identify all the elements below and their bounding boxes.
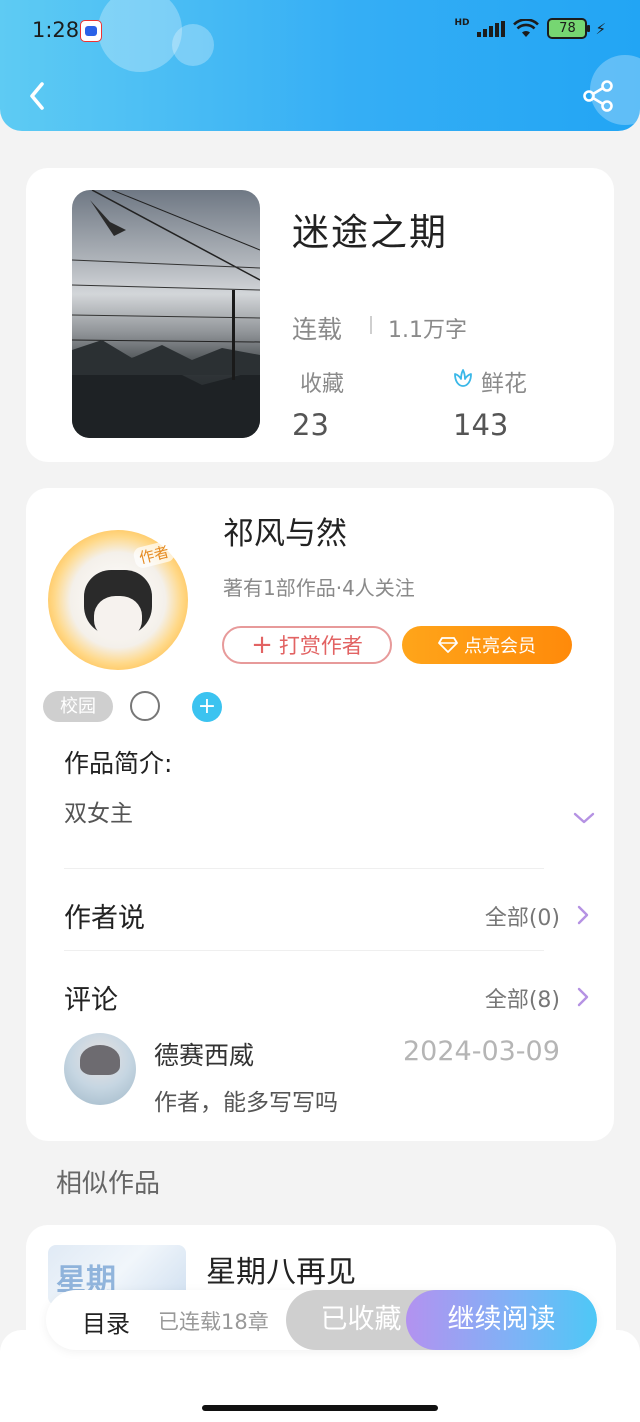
comments-label[interactable]: 评论 <box>64 978 118 1017</box>
intro-text: 双女主 <box>64 801 133 827</box>
back-button[interactable] <box>20 76 60 116</box>
divider <box>64 950 544 951</box>
favorites-count: 23 <box>292 408 329 442</box>
chevron-right-icon[interactable] <box>576 904 590 926</box>
comment-text[interactable]: 作者，能多写写吗 <box>154 1083 338 1117</box>
flowers-count: 143 <box>453 408 509 442</box>
circle-toggle[interactable] <box>130 691 160 721</box>
avatar-hair <box>80 1045 120 1075</box>
network-type: HD <box>454 17 470 28</box>
add-tag-button[interactable]: + <box>192 692 222 722</box>
author-name[interactable]: 祁风与然 <box>223 508 347 553</box>
tag-chip[interactable]: 校园 <box>43 691 113 722</box>
toc-button[interactable]: 目录 <box>82 1304 130 1339</box>
home-indicator[interactable] <box>202 1405 438 1411</box>
chevron-right-icon[interactable] <box>576 986 590 1008</box>
author-details-card: 作者 祁风与然 著有1部作品·4人关注 + 打赏作者 点亮会员 校园 + 作品简… <box>26 488 614 1141</box>
bolt-icon: ⚡ <box>595 19 606 38</box>
book-word-count: 1.1万字 <box>388 318 467 343</box>
author-avatar-tag: 作者 <box>132 539 176 570</box>
status-indicators: HD 78 ⚡ <box>454 18 606 39</box>
avatar-face <box>94 596 142 640</box>
decor-bubble <box>98 0 182 72</box>
book-cover[interactable] <box>72 190 260 438</box>
battery-indicator: 78 <box>547 18 591 39</box>
divider <box>370 316 372 334</box>
share-button[interactable] <box>578 76 618 116</box>
status-time: 1:28 <box>32 18 80 42</box>
tip-author-button[interactable]: + 打赏作者 <box>222 626 392 664</box>
plus-icon: + <box>251 630 273 660</box>
book-title: 迷途之期 <box>292 211 448 254</box>
decor-bubble <box>172 24 214 66</box>
signal-icon <box>477 20 506 37</box>
similar-work-title[interactable]: 星期八再见 <box>206 1247 356 1291</box>
favorites-label: 收藏 <box>300 372 345 397</box>
chevron-down-icon[interactable] <box>572 810 596 826</box>
author-says-all-link[interactable]: 全部(0) <box>485 900 560 932</box>
flowers-label: 鲜花 <box>481 371 527 397</box>
commenter-avatar[interactable] <box>64 1033 136 1105</box>
author-avatar[interactable]: 作者 <box>48 530 188 670</box>
comment-date: 2024-03-09 <box>403 1036 560 1067</box>
vip-label: 点亮会员 <box>464 636 536 657</box>
book-status: 连载 <box>292 315 343 344</box>
author-meta: 著有1部作品·4人关注 <box>223 576 415 600</box>
cover-art <box>72 190 260 438</box>
diamond-icon <box>438 637 458 653</box>
tip-author-label: 打赏作者 <box>278 634 363 658</box>
app-notification-icon <box>80 20 102 42</box>
flower-icon <box>454 369 472 387</box>
divider <box>64 868 544 869</box>
vip-button[interactable]: 点亮会员 <box>402 626 572 664</box>
continue-reading-button[interactable]: 继续阅读 <box>406 1290 597 1350</box>
bottom-action-bar: 目录 已连载18章 已收藏 继续阅读 <box>46 1290 597 1350</box>
comments-all-link[interactable]: 全部(8) <box>485 982 560 1014</box>
chapters-count: 已连载18章 <box>158 1310 269 1334</box>
book-info-card: 迷途之期 连载 1.1万字 收藏 23 鲜花 143 <box>26 168 614 462</box>
similar-works-title: 相似作品 <box>56 1169 161 1199</box>
top-header: 1:28 HD 78 ⚡ <box>0 0 640 131</box>
wifi-icon <box>513 18 540 37</box>
author-says-label[interactable]: 作者说 <box>64 896 145 935</box>
intro-label: 作品简介: <box>64 749 173 778</box>
comment-username[interactable]: 德赛西威 <box>154 1036 254 1072</box>
